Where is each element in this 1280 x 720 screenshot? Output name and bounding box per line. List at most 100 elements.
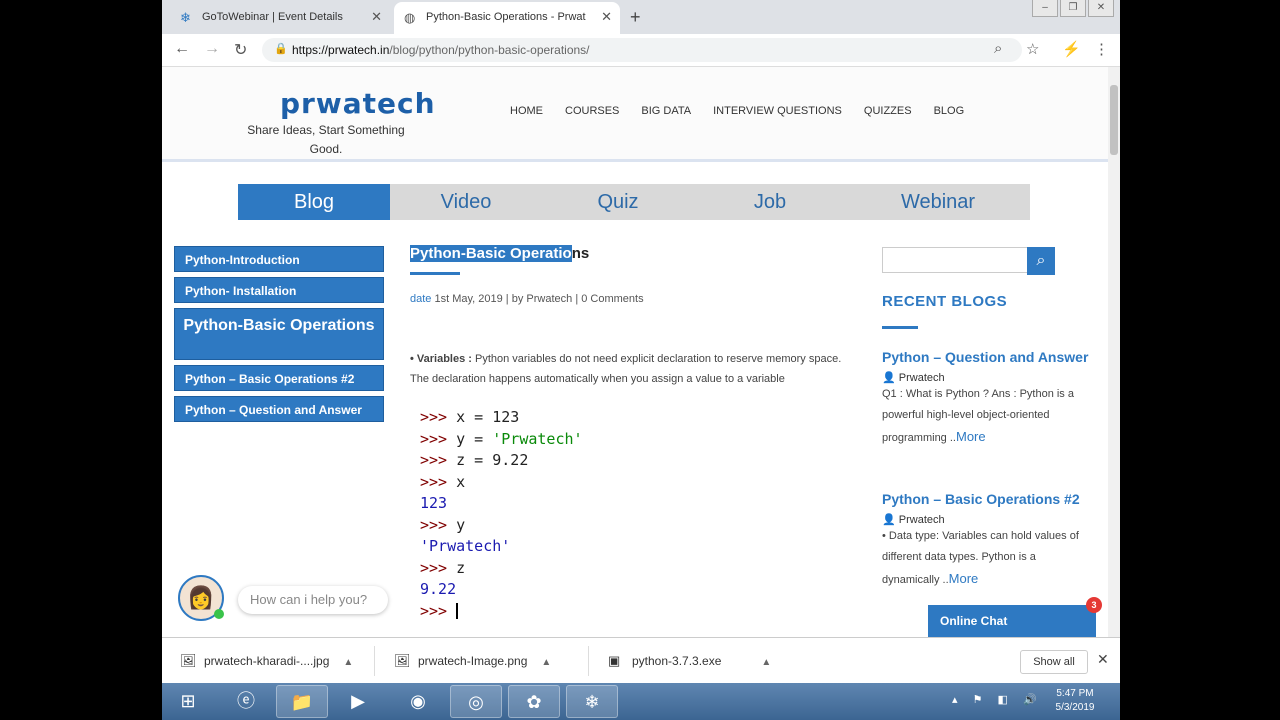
variables-paragraph: • Variables : Python variables do not ne… xyxy=(410,349,858,389)
sidenav-item-python-introduction[interactable]: Python-Introduction xyxy=(174,246,384,272)
tab-gotowebinar[interactable]: ❄ GoToWebinar | Event Details ✕ xyxy=(170,2,390,34)
tab-job[interactable]: Job xyxy=(694,184,846,220)
meta-date-label: date xyxy=(410,293,432,305)
system-tray-icons[interactable]: ▴ ⚑ ◧ 🔊 xyxy=(952,693,1043,706)
bookmark-star-icon[interactable]: ☆ xyxy=(1026,40,1039,58)
web-page: prwatech Share Ideas, Start Something Go… xyxy=(162,67,1108,637)
chevron-up-icon[interactable]: ▲ xyxy=(343,657,353,668)
media-player-icon[interactable]: ▶ xyxy=(332,685,384,718)
sidenav-item-python-basic-operations-2[interactable]: Python – Basic Operations #2 xyxy=(174,365,384,391)
nav-blog[interactable]: BLOG xyxy=(934,105,965,117)
shell-prompt: >>> xyxy=(420,515,448,534)
app-icon[interactable]: ✿ xyxy=(508,685,560,718)
search-input[interactable] xyxy=(882,247,1028,273)
nav-home[interactable]: HOME xyxy=(510,105,543,117)
download-item[interactable]: 🖼 prwatech-kharadi-....jpg ▲ xyxy=(180,648,353,674)
sidenav-item-python-installation[interactable]: Python- Installation xyxy=(174,277,384,303)
sidenav-item-python-question-answer[interactable]: Python – Question and Answer xyxy=(174,396,384,422)
lock-icon: 🔒 xyxy=(274,43,288,55)
search-button[interactable]: ⌕ xyxy=(1027,247,1055,275)
shell-prompt: >>> xyxy=(420,451,448,469)
online-chat-button[interactable]: Online Chat 3 xyxy=(928,597,1102,637)
sidenav-item-python-basic-operations[interactable]: Python-Basic Operations xyxy=(174,308,384,360)
download-filename: prwatech-kharadi-....jpg xyxy=(204,654,330,668)
shell-prompt: >>> xyxy=(420,601,448,620)
new-tab-icon[interactable]: + xyxy=(630,7,641,28)
url-text[interactable]: https://prwatech.in/blog/python/python-b… xyxy=(292,43,590,57)
recent-post: Python – Basic Operations #2 👤 Prwatech … xyxy=(882,489,1096,591)
recent-post-excerpt: • Data type: Variables can hold values o… xyxy=(882,526,1096,591)
tab-video[interactable]: Video xyxy=(390,184,542,220)
article-title-selected: Python-Basic Operatio xyxy=(410,245,572,262)
recent-post-excerpt: Q1 : What is Python ? Ans : Python is a … xyxy=(882,384,1096,449)
meta-author[interactable]: Prwatech xyxy=(526,293,572,305)
shell-prompt: >>> xyxy=(420,429,448,448)
download-filename: python-3.7.3.exe xyxy=(632,654,722,668)
gotowebinar-icon[interactable]: ❄ xyxy=(566,685,618,718)
zoom-icon[interactable]: ⌕ xyxy=(994,40,1002,57)
file-explorer-icon[interactable]: 📁 xyxy=(276,685,328,718)
shell-prompt: >>> xyxy=(420,558,448,577)
meta-date: 1st May, 2019 | by xyxy=(431,293,527,305)
read-more-link[interactable]: More xyxy=(949,571,979,586)
nav-quizzes[interactable]: QUIZZES xyxy=(864,105,912,117)
chrome-icon[interactable]: ◎ xyxy=(450,685,502,718)
code-line: x = 123 xyxy=(447,408,520,426)
meta-comments[interactable]: 0 Comments xyxy=(581,293,643,305)
main-nav: HOME COURSES BIG DATA INTERVIEW QUESTION… xyxy=(510,105,964,117)
tab-strip: ❄ GoToWebinar | Event Details ✕ ◍ Python… xyxy=(162,0,1120,34)
downloads-bar: 🖼 prwatech-kharadi-....jpg ▲ 🖼 prwatech-Ima… xyxy=(162,637,1120,684)
chevron-up-icon[interactable]: ▲ xyxy=(541,657,551,668)
site-logo[interactable]: prwatech xyxy=(280,87,436,120)
minimize-icon[interactable]: – xyxy=(1032,0,1058,17)
reload-icon[interactable]: ↻ xyxy=(234,40,247,60)
code-output: 'Prwatech' xyxy=(420,537,511,555)
download-filename: prwatech-Image.png xyxy=(418,654,528,668)
internet-explorer-icon[interactable]: ⓔ xyxy=(220,685,272,718)
close-downloads-icon[interactable]: ✕ xyxy=(1097,651,1109,668)
extension-icon[interactable]: ⚡ xyxy=(1062,40,1081,58)
variables-text: Python variables do not need explicit de… xyxy=(410,353,842,385)
show-all-button[interactable]: Show all xyxy=(1020,650,1088,674)
code-string: 'Prwatech' xyxy=(492,429,583,448)
author-name: Prwatech xyxy=(898,514,945,526)
firefox-icon[interactable]: ◉ xyxy=(392,685,444,718)
menu-dots-icon[interactable]: ⋮ xyxy=(1094,40,1109,58)
code-line: z xyxy=(447,558,466,577)
nav-big-data[interactable]: BIG DATA xyxy=(641,105,691,117)
read-more-link[interactable]: More xyxy=(956,429,986,444)
tab-python-basic-operations[interactable]: ◍ Python-Basic Operations - Prwat ✕ xyxy=(394,2,620,34)
chat-widget[interactable]: 👩 How can i help you? xyxy=(178,575,388,629)
article-title-rest: ns xyxy=(571,245,590,262)
image-icon: 🖼 xyxy=(394,653,411,668)
tab-blog[interactable]: Blog xyxy=(238,184,390,220)
nav-interview-questions[interactable]: INTERVIEW QUESTIONS xyxy=(713,105,842,117)
download-item[interactable]: ▣ python-3.7.3.exe ▲ xyxy=(608,648,771,674)
author-name: Prwatech xyxy=(898,372,945,384)
forward-arrow-icon[interactable]: → xyxy=(204,40,220,58)
chat-prompt-bubble[interactable]: How can i help you? xyxy=(238,586,388,614)
site-header: prwatech Share Ideas, Start Something Go… xyxy=(162,67,1108,162)
close-window-icon[interactable]: ✕ xyxy=(1088,0,1114,17)
text-cursor xyxy=(456,603,459,619)
shell-prompt: >>> xyxy=(420,408,448,426)
nav-courses[interactable]: COURSES xyxy=(565,105,619,117)
recent-post-title[interactable]: Python – Basic Operations #2 xyxy=(882,489,1096,509)
tab-quiz[interactable]: Quiz xyxy=(542,184,694,220)
tab-webinar[interactable]: Webinar xyxy=(846,184,1030,220)
close-tab-icon[interactable]: ✕ xyxy=(371,9,382,25)
chevron-up-icon[interactable]: ▲ xyxy=(761,657,771,668)
scrollbar-thumb[interactable] xyxy=(1110,85,1118,155)
variables-label: • Variables : xyxy=(410,353,475,365)
back-arrow-icon[interactable]: ← xyxy=(174,40,190,58)
taskbar-clock[interactable]: 5:47 PM 5/3/2019 xyxy=(1048,687,1102,715)
recent-post-title[interactable]: Python – Question and Answer xyxy=(882,347,1096,367)
user-icon: 👤 xyxy=(882,372,896,384)
close-tab-icon[interactable]: ✕ xyxy=(601,9,612,25)
page-scrollbar[interactable] xyxy=(1108,67,1120,637)
browser-toolbar: ← → ↻ 🔒 https://prwatech.in/blog/python/… xyxy=(162,34,1120,67)
download-item[interactable]: 🖼 prwatech-Image.png ▲ xyxy=(394,648,551,674)
address-bar[interactable]: 🔒 https://prwatech.in/blog/python/python… xyxy=(262,38,1022,62)
maximize-icon[interactable]: ❐ xyxy=(1060,0,1086,17)
start-button-icon[interactable]: ⊞ xyxy=(162,685,214,718)
